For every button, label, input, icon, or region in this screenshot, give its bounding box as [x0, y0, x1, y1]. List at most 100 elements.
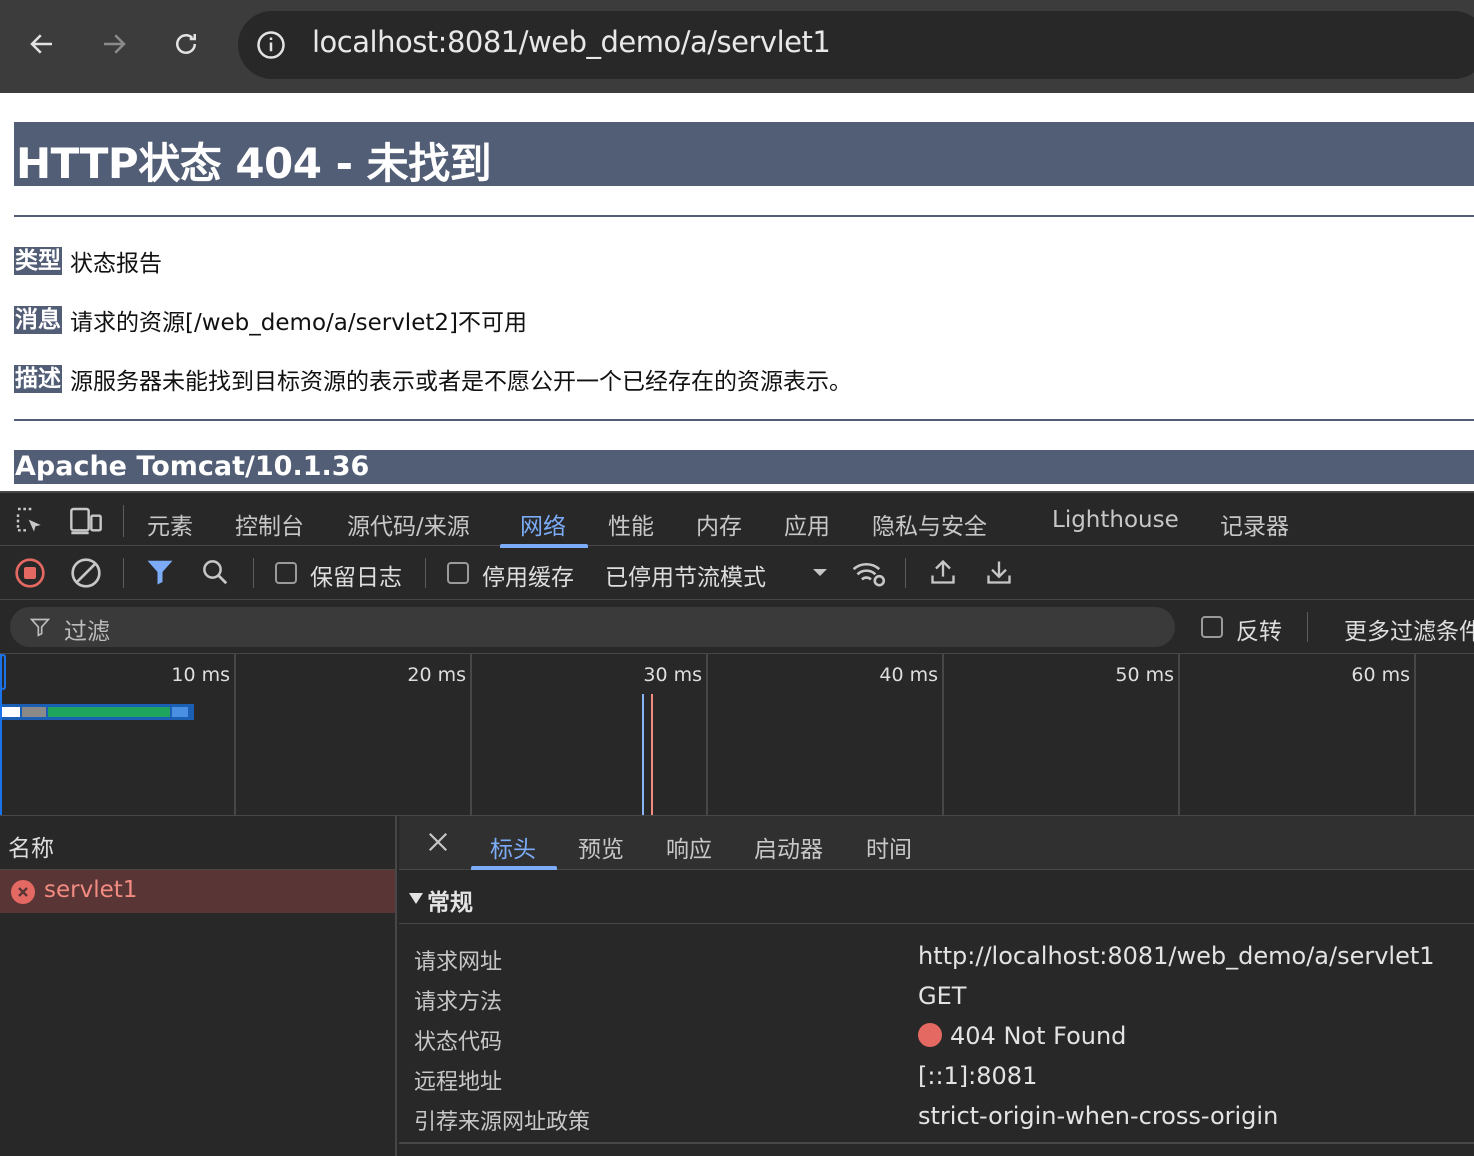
tab-privacy-security[interactable]: 隐私与安全: [872, 507, 987, 541]
network-conditions-icon[interactable]: [851, 557, 887, 589]
tab-application[interactable]: 应用: [784, 507, 830, 541]
site-info-icon[interactable]: [256, 30, 286, 60]
separator: [425, 558, 426, 588]
stop-recording-icon[interactable]: [14, 557, 46, 589]
throttling-select[interactable]: 已停用节流模式: [605, 558, 766, 592]
server-footer-bar: Apache Tomcat/10.1.36: [14, 450, 1474, 484]
tab-lighthouse[interactable]: Lighthouse: [1052, 507, 1179, 533]
preserve-log-label[interactable]: 保留日志: [310, 558, 402, 592]
request-method-value: GET: [918, 982, 967, 1010]
search-icon[interactable]: [200, 557, 230, 587]
server-version: Apache Tomcat/10.1.36: [15, 451, 370, 482]
status-error-dot-icon: [918, 1023, 942, 1047]
filter-funnel-icon: [30, 618, 50, 637]
preserve-log-checkbox[interactable]: [275, 562, 297, 584]
message-row: 消息 请求的资源[/web_demo/a/servlet2]不可用: [14, 304, 527, 336]
filter-input[interactable]: 过滤: [10, 607, 1175, 647]
page-title: HTTP状态 404 - 未找到: [16, 139, 492, 188]
grid-line: [706, 654, 708, 815]
dropdown-arrow-icon[interactable]: [810, 565, 830, 579]
description-row: 描述 源服务器未能找到目标资源的表示或者是不愿公开一个已经存在的资源表示。: [14, 363, 852, 395]
tick-label: 40 ms: [879, 664, 938, 686]
invert-checkbox[interactable]: [1201, 616, 1223, 638]
tab-headers[interactable]: 标头: [490, 830, 536, 864]
grid-line: [1414, 654, 1416, 815]
divider: [399, 1142, 1474, 1144]
tab-sources[interactable]: 源代码/来源: [347, 507, 470, 541]
tick-label: 50 ms: [1115, 664, 1174, 686]
browser-toolbar: localhost:8081/web_demo/a/servlet1: [0, 0, 1474, 93]
detail-tab-bar: 标头 预览 响应 启动器 时间: [399, 816, 1474, 870]
type-row: 类型 状态报告: [14, 245, 162, 277]
load-event-marker: [651, 694, 653, 815]
tab-console[interactable]: 控制台: [235, 507, 304, 541]
divider: [14, 215, 1474, 217]
disable-cache-checkbox[interactable]: [447, 562, 469, 584]
grid-line: [470, 654, 472, 815]
referrer-policy-value: strict-origin-when-cross-origin: [918, 1102, 1279, 1130]
tab-elements[interactable]: 元素: [147, 507, 193, 541]
tab-preview[interactable]: 预览: [578, 830, 624, 864]
address-bar[interactable]: localhost:8081/web_demo/a/servlet1: [238, 11, 1474, 79]
page-content: HTTP状态 404 - 未找到 类型 状态报告 消息 请求的资源[/web_d…: [0, 93, 1474, 491]
tab-initiator[interactable]: 启动器: [754, 830, 823, 864]
tick-label: 10 ms: [171, 664, 230, 686]
disable-cache-label[interactable]: 停用缓存: [482, 558, 574, 592]
devtools-tab-bar: 元素 控制台 源代码/来源 网络 性能 内存 应用 隐私与安全 Lighthou…: [0, 491, 1474, 548]
request-list: 名称 servlet1: [0, 816, 397, 1156]
grid-line: [1178, 654, 1180, 815]
name-column-header[interactable]: 名称: [0, 816, 395, 870]
timeline-selection-edge: [0, 654, 2, 815]
grid-line: [234, 654, 236, 815]
forward-button[interactable]: [92, 22, 136, 66]
device-toolbar-icon[interactable]: [68, 505, 104, 537]
tab-timing[interactable]: 时间: [866, 830, 912, 864]
tab-memory[interactable]: 内存: [696, 507, 742, 541]
status-code-key: 状态代码: [414, 1030, 503, 1055]
tab-performance[interactable]: 性能: [608, 507, 654, 541]
request-name[interactable]: servlet1: [44, 877, 137, 903]
general-section-header[interactable]: 常规: [399, 870, 1474, 924]
filter-placeholder: 过滤: [64, 619, 110, 645]
tab-response[interactable]: 响应: [666, 830, 712, 864]
filter-icon[interactable]: [145, 557, 175, 587]
separator: [1307, 612, 1308, 642]
more-filters-button[interactable]: 更多过滤条件: [1344, 612, 1474, 646]
status-code-value: 404 Not Found: [950, 1022, 1127, 1050]
grid-line: [942, 654, 944, 815]
network-toolbar: 保留日志 停用缓存 已停用节流模式: [0, 546, 1474, 600]
filter-bar: 过滤 反转 更多过滤条件: [0, 600, 1474, 654]
error-icon: [11, 880, 35, 904]
timeline-overview[interactable]: 10 ms 20 ms 30 ms 40 ms 50 ms 60 ms: [0, 654, 1474, 816]
request-method-key: 请求方法: [414, 990, 503, 1015]
close-icon[interactable]: [427, 831, 449, 853]
message-label: 消息: [14, 306, 62, 334]
export-har-icon[interactable]: [985, 557, 1013, 587]
collapse-triangle-icon[interactable]: [409, 893, 423, 904]
tick-label: 60 ms: [1351, 664, 1410, 686]
arrow-right-icon: [104, 34, 126, 54]
divider: [14, 419, 1474, 421]
tab-network[interactable]: 网络: [520, 507, 566, 541]
separator: [123, 505, 124, 537]
request-row[interactable]: servlet1: [0, 870, 395, 913]
separator: [253, 558, 254, 588]
request-url-value: http://localhost:8081/web_demo/a/servlet…: [918, 942, 1435, 970]
description-value: 源服务器未能找到目标资源的表示或者是不愿公开一个已经存在的资源表示。: [70, 369, 852, 395]
name-header-label: 名称: [8, 836, 54, 862]
url-text[interactable]: localhost:8081/web_demo/a/servlet1: [312, 25, 831, 59]
import-har-icon[interactable]: [929, 557, 957, 587]
tick-label: 30 ms: [643, 664, 702, 686]
reload-button[interactable]: [164, 22, 208, 66]
referrer-policy-key: 引荐来源网址政策: [414, 1110, 591, 1135]
inspect-element-icon[interactable]: [14, 505, 46, 537]
invert-label[interactable]: 反转: [1236, 612, 1282, 646]
remote-address-key: 远程地址: [414, 1070, 503, 1095]
request-url-key: 请求网址: [414, 950, 503, 975]
type-value: 状态报告: [70, 251, 162, 277]
remote-address-value: [::1]:8081: [918, 1062, 1038, 1090]
back-button[interactable]: [20, 22, 64, 66]
clear-icon[interactable]: [70, 557, 102, 589]
request-waterfall-bar: [2, 704, 194, 720]
tab-recorder[interactable]: 记录器: [1220, 507, 1289, 541]
